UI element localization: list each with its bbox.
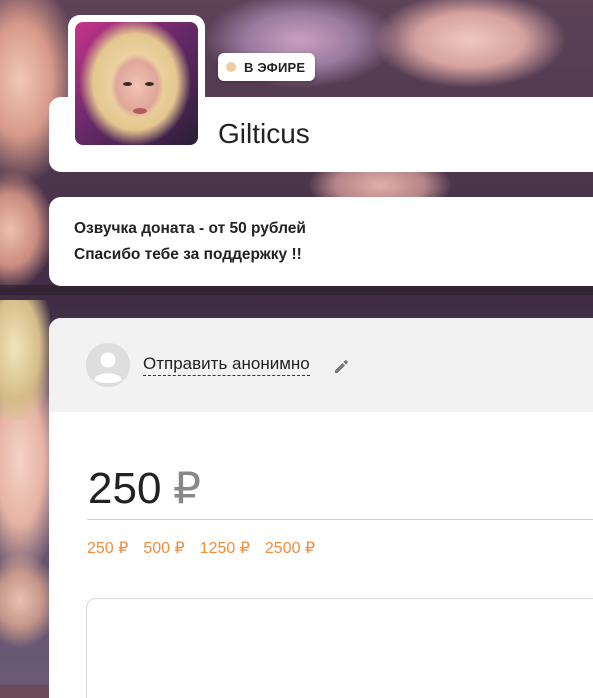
background-band <box>0 285 593 295</box>
background-hair <box>0 300 50 420</box>
donation-form: Отправить анонимно 250 ₽ 250 ₽ 500 ₽ 125… <box>49 318 593 698</box>
message-textarea[interactable] <box>86 598 593 698</box>
amount-input[interactable]: 250 <box>88 463 161 515</box>
preset-amount-button[interactable]: 250 ₽ <box>87 538 128 558</box>
pencil-icon[interactable] <box>332 357 350 375</box>
live-dot-icon <box>226 62 236 72</box>
preset-amount-button[interactable]: 2500 ₽ <box>265 538 315 558</box>
avatar-lips <box>133 108 147 114</box>
description-line-1: Озвучка доната - от 50 рублей <box>74 220 306 237</box>
streamer-avatar <box>68 15 205 152</box>
live-label: В ЭФИРЕ <box>244 59 306 75</box>
user-icon <box>86 343 130 387</box>
send-anonymous-link[interactable]: Отправить анонимно <box>143 354 310 376</box>
description-card: Озвучка доната - от 50 рублей Спасибо те… <box>49 197 593 286</box>
avatar-eye-left <box>123 82 132 86</box>
preset-amount-button[interactable]: 1250 ₽ <box>200 538 250 558</box>
streamer-avatar-image <box>75 22 198 145</box>
live-badge: В ЭФИРЕ <box>218 53 316 81</box>
description-line-2: Спасибо тебе за поддержку !! <box>74 246 302 263</box>
amount-currency: ₽ <box>173 464 201 513</box>
avatar-eye-right <box>145 82 154 86</box>
sender-section: Отправить анонимно <box>49 318 593 412</box>
amount-presets: 250 ₽ 500 ₽ 1250 ₽ 2500 ₽ <box>87 538 315 558</box>
streamer-name: Gilticus <box>218 118 310 149</box>
preset-amount-button[interactable]: 500 ₽ <box>143 538 184 558</box>
amount-underline <box>87 519 593 520</box>
